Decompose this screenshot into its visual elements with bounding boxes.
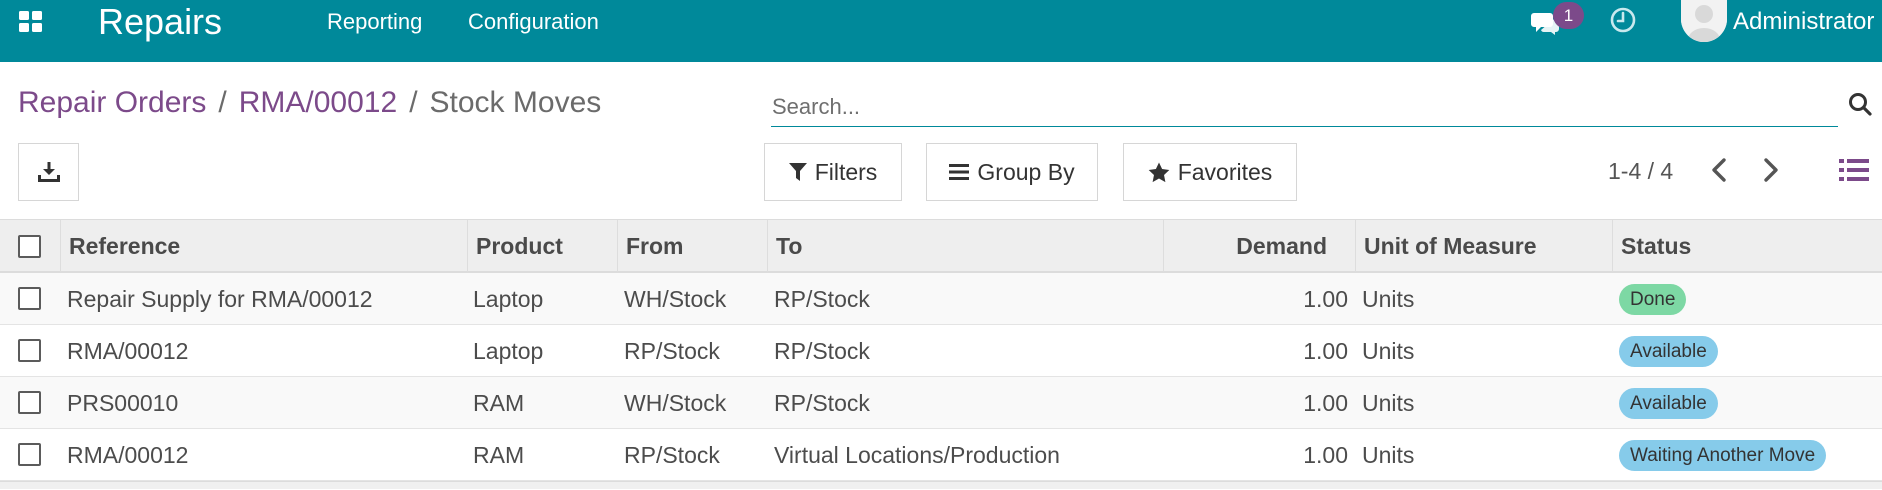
status-badge: Available bbox=[1619, 388, 1718, 419]
cell-unit-of-measure: Units bbox=[1362, 390, 1415, 416]
column-to[interactable]: To bbox=[767, 220, 1163, 272]
breadcrumb-current: Stock Moves bbox=[429, 86, 602, 119]
row-checkbox[interactable] bbox=[18, 339, 41, 362]
column-unit-of-measure[interactable]: Unit of Measure bbox=[1355, 220, 1612, 272]
menu-reporting[interactable]: Reporting bbox=[327, 9, 422, 35]
cell-to: RP/Stock bbox=[774, 286, 870, 312]
breadcrumb: Repair Orders / RMA/00012 / Stock Moves bbox=[18, 84, 601, 122]
star-icon bbox=[1148, 161, 1170, 182]
chevron-right-icon[interactable] bbox=[1760, 156, 1782, 184]
cell-from: WH/Stock bbox=[624, 390, 727, 416]
filter-icon bbox=[788, 163, 807, 181]
breadcrumb-repair-orders[interactable]: Repair Orders bbox=[18, 86, 206, 119]
cell-demand: 1.00 bbox=[1303, 390, 1348, 416]
cell-to: RP/Stock bbox=[774, 338, 870, 364]
bars-icon bbox=[949, 164, 970, 180]
cell-to: RP/Stock bbox=[774, 390, 870, 416]
table-header: Reference Product From To Demand Unit of… bbox=[0, 219, 1882, 273]
table-row[interactable]: RMA/00012 RAM RP/Stock Virtual Locations/Pr… bbox=[0, 429, 1882, 481]
search-input[interactable] bbox=[771, 90, 1838, 124]
search-icon[interactable] bbox=[1848, 92, 1872, 116]
pager-value[interactable]: 1-4 / 4 bbox=[1608, 157, 1673, 185]
favorites-label: Favorites bbox=[1177, 158, 1273, 185]
table-row[interactable]: PRS00010 RAM WH/Stock RP/Stock 1.00 Units Avai… bbox=[0, 377, 1882, 429]
cell-to: Virtual Locations/Production bbox=[774, 442, 1060, 468]
cell-demand: 1.00 bbox=[1303, 286, 1348, 312]
avatar-icon bbox=[1681, 0, 1727, 42]
group-by-button[interactable]: Group By bbox=[926, 143, 1098, 201]
cell-demand: 1.00 bbox=[1303, 442, 1348, 468]
menu-configuration[interactable]: Configuration bbox=[468, 9, 599, 35]
filters-label: Filters bbox=[814, 158, 878, 185]
status-badge: Waiting Another Move bbox=[1619, 440, 1827, 471]
cell-product: Laptop bbox=[473, 338, 544, 364]
cell-from: WH/Stock bbox=[624, 286, 727, 312]
cell-unit-of-measure: Units bbox=[1362, 442, 1415, 468]
cell-unit-of-measure: Units bbox=[1362, 338, 1415, 364]
avatar[interactable] bbox=[1681, 0, 1727, 42]
favorites-button[interactable]: Favorites bbox=[1123, 143, 1297, 201]
stock-moves-table: Reference Product From To Demand Unit of… bbox=[0, 219, 1882, 489]
cell-product: RAM bbox=[473, 442, 525, 468]
top-navbar: Repairs Reporting Configuration 1 Admini… bbox=[0, 0, 1882, 62]
chat-badge: 1 bbox=[1553, 2, 1584, 29]
column-demand[interactable]: Demand bbox=[1163, 220, 1355, 272]
group-by-label: Group By bbox=[977, 158, 1075, 185]
filters-button[interactable]: Filters bbox=[764, 143, 902, 201]
row-checkbox[interactable] bbox=[18, 391, 41, 414]
download-button[interactable] bbox=[18, 143, 79, 201]
search-bar bbox=[771, 90, 1838, 127]
status-badge: Available bbox=[1619, 336, 1718, 367]
table-body: Repair Supply for RMA/00012 Laptop WH/Stoc… bbox=[0, 273, 1882, 481]
download-icon bbox=[37, 162, 60, 182]
breadcrumb-rma[interactable]: RMA/00012 bbox=[239, 86, 397, 119]
status-badge: Done bbox=[1619, 284, 1687, 315]
user-name[interactable]: Administrator bbox=[1733, 8, 1874, 36]
cell-reference: Repair Supply for RMA/00012 bbox=[67, 286, 373, 312]
apps-grid-icon[interactable] bbox=[19, 11, 43, 33]
app-title[interactable]: Repairs bbox=[98, 0, 222, 44]
cell-demand: 1.00 bbox=[1303, 338, 1348, 364]
column-product[interactable]: Product bbox=[467, 220, 617, 272]
column-reference[interactable]: Reference bbox=[60, 220, 467, 272]
cell-reference: PRS00010 bbox=[67, 390, 179, 416]
cell-reference: RMA/00012 bbox=[67, 338, 189, 364]
cell-from: RP/Stock bbox=[624, 338, 720, 364]
row-checkbox[interactable] bbox=[18, 287, 41, 310]
table-row[interactable]: RMA/00012 Laptop RP/Stock RP/Stock 1.00 Units… bbox=[0, 325, 1882, 377]
chevron-left-icon[interactable] bbox=[1708, 156, 1730, 184]
row-checkbox[interactable] bbox=[18, 443, 41, 466]
clock-icon[interactable] bbox=[1609, 6, 1637, 34]
select-all-checkbox[interactable] bbox=[18, 235, 41, 258]
cell-reference: RMA/00012 bbox=[67, 442, 189, 468]
list-view-icon[interactable] bbox=[1839, 157, 1869, 183]
column-status[interactable]: Status bbox=[1612, 220, 1882, 272]
cell-from: RP/Stock bbox=[624, 442, 720, 468]
column-from[interactable]: From bbox=[617, 220, 767, 272]
breadcrumb-separator: / bbox=[218, 86, 227, 119]
cell-unit-of-measure: Units bbox=[1362, 286, 1415, 312]
table-row[interactable]: Repair Supply for RMA/00012 Laptop WH/Stoc… bbox=[0, 273, 1882, 325]
breadcrumb-separator: / bbox=[409, 86, 418, 119]
cell-product: RAM bbox=[473, 390, 525, 416]
table-footer bbox=[0, 481, 1882, 489]
cell-product: Laptop bbox=[473, 286, 544, 312]
